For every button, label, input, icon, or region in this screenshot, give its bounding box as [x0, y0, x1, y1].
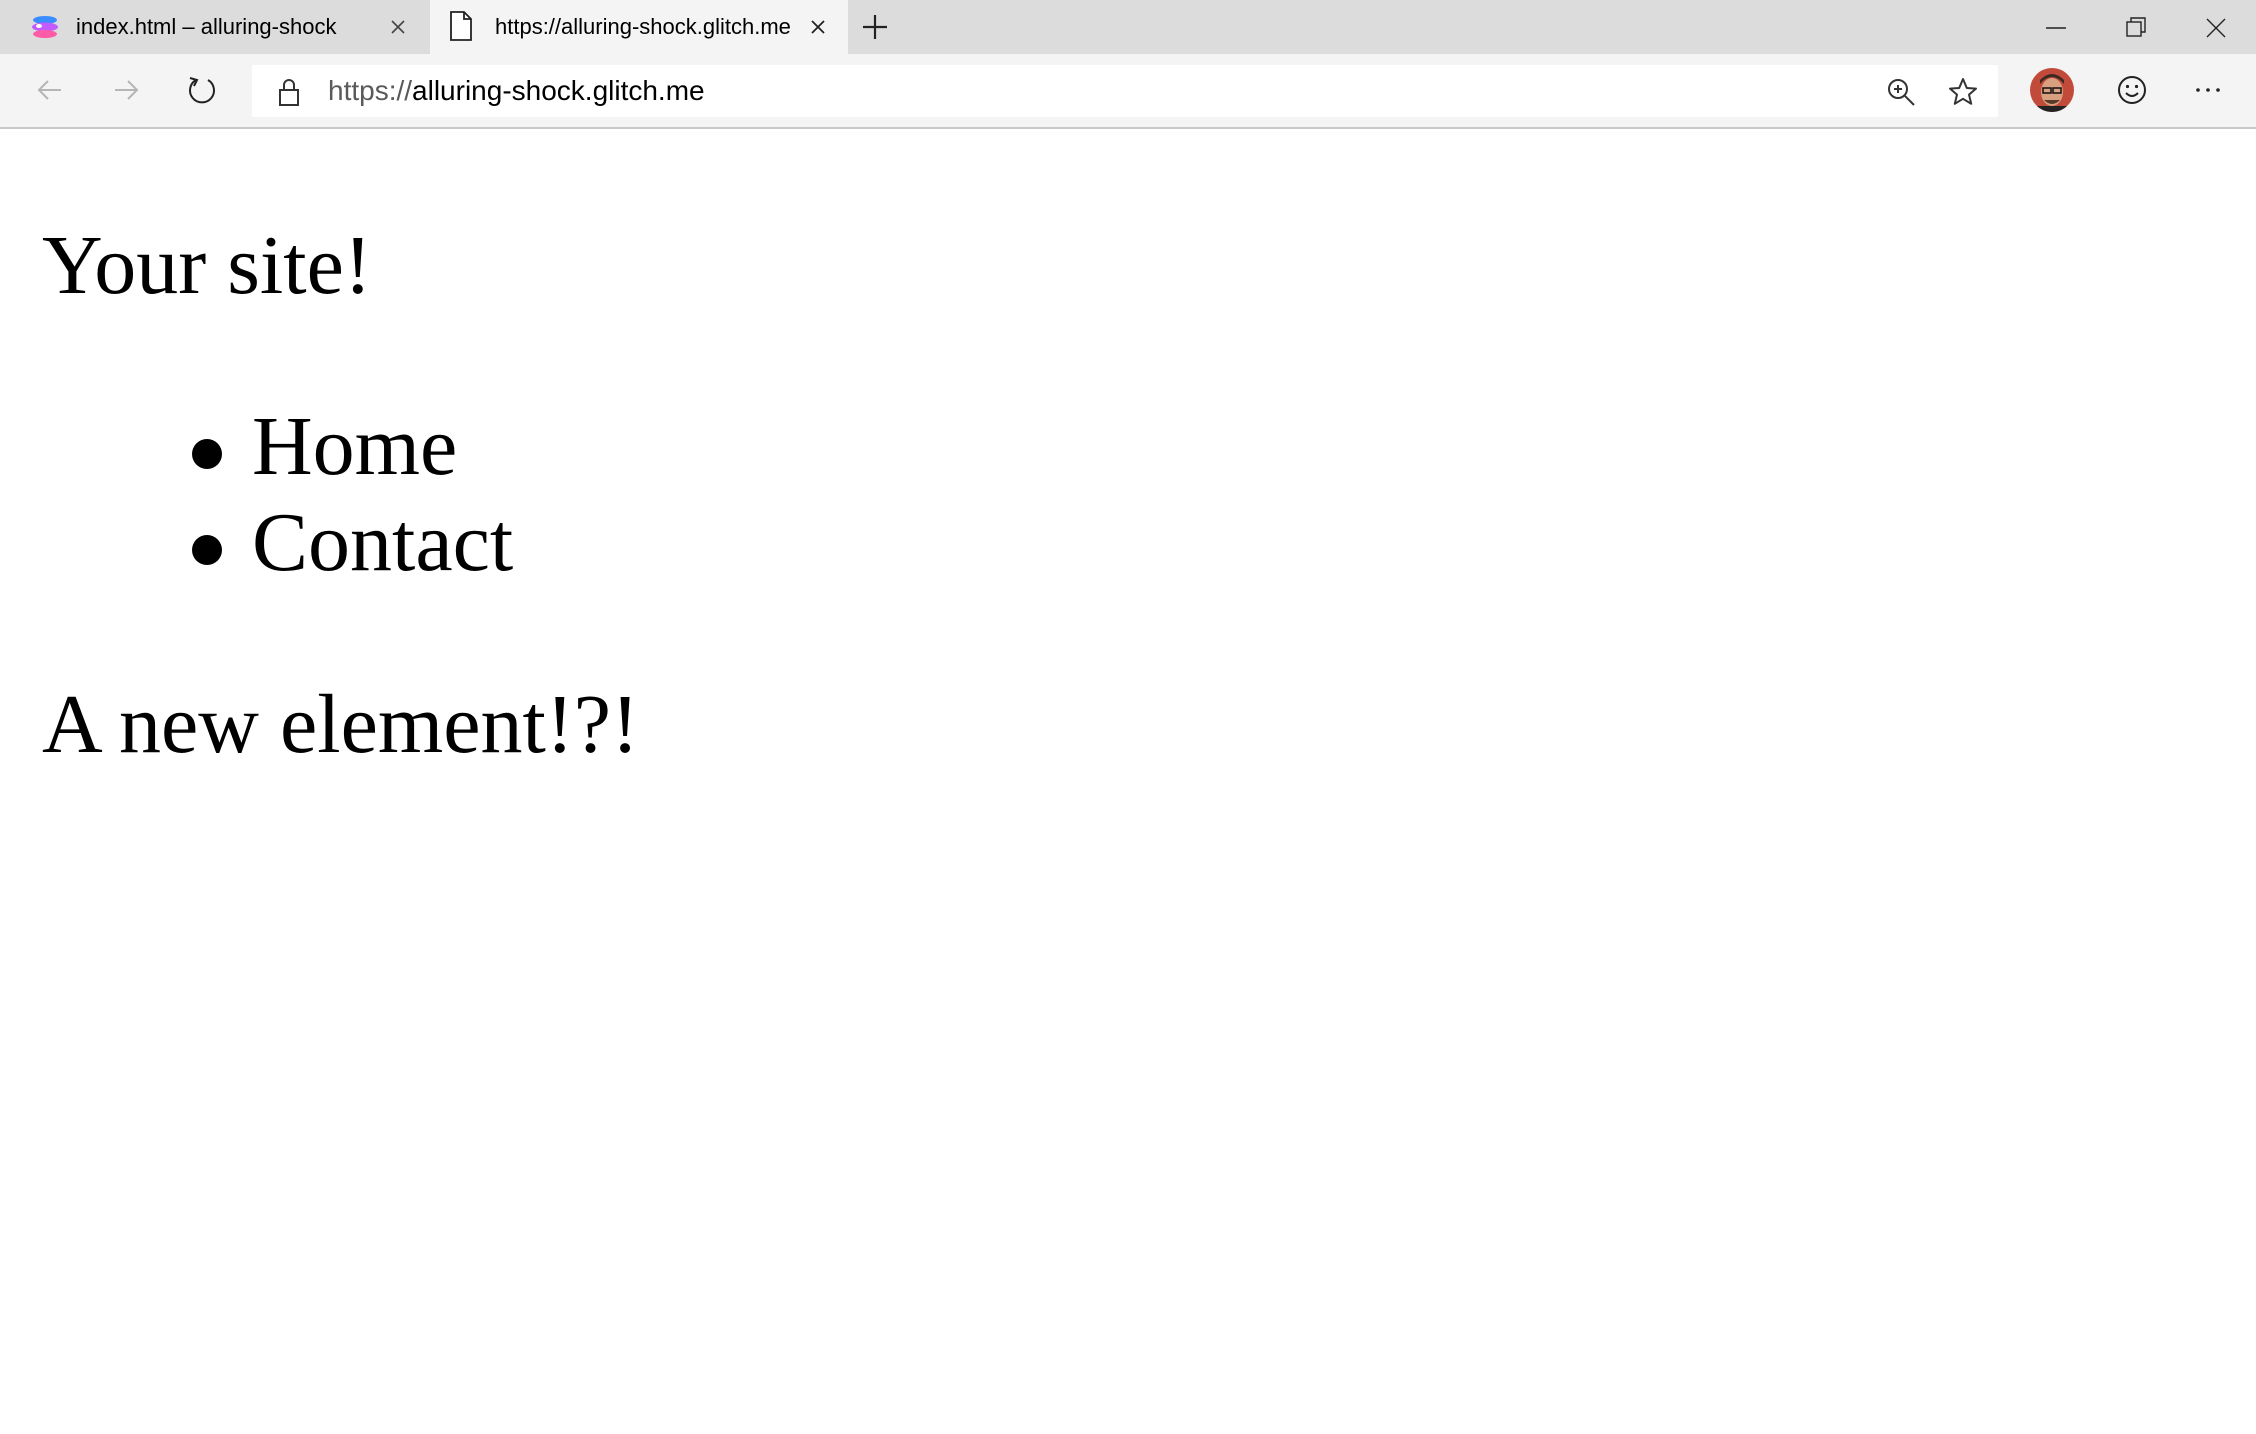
tab-label: index.html – alluring-shock: [76, 14, 337, 39]
close-tab-icon[interactable]: [806, 15, 830, 39]
browser-toolbar: https://alluring-shock.glitch.me: [0, 54, 2256, 129]
page-icon: [450, 11, 472, 41]
list-item-label: Home: [252, 400, 458, 493]
new-element-paragraph: A new element!?!: [42, 678, 640, 771]
refresh-button[interactable]: [180, 68, 224, 112]
url-text[interactable]: https://alluring-shock.glitch.me: [328, 75, 705, 107]
tab-strip: index.html – alluring-shock https://allu…: [0, 0, 2256, 54]
back-button[interactable]: [28, 68, 72, 112]
url-scheme: https://: [328, 75, 413, 106]
lock-icon[interactable]: [276, 77, 302, 107]
restore-icon[interactable]: [2116, 8, 2156, 48]
back-arrow-icon: [37, 80, 61, 100]
new-tab-icon[interactable]: [858, 10, 892, 44]
feedback-button[interactable]: [2110, 68, 2154, 112]
more-icon: [2196, 88, 2220, 92]
address-bar[interactable]: https://alluring-shock.glitch.me: [252, 65, 1998, 117]
tab-label: https://alluring-shock.glitch.me: [495, 14, 791, 39]
url-host: alluring-shock.glitch.me: [412, 75, 705, 106]
star-icon[interactable]: [1946, 75, 1980, 109]
close-window-icon[interactable]: [2196, 8, 2236, 48]
tab-index-html[interactable]: index.html – alluring-shock: [0, 0, 428, 54]
smiley-icon: [2118, 76, 2146, 104]
tab-glitch-me[interactable]: https://alluring-shock.glitch.me: [430, 0, 848, 54]
forward-button[interactable]: [104, 68, 148, 112]
glitch-logo-icon: [32, 16, 58, 38]
zoom-in-icon[interactable]: [1884, 75, 1918, 109]
bullet: [192, 439, 222, 469]
profile-avatar[interactable]: [2030, 68, 2074, 112]
bullet: [192, 535, 222, 565]
close-tab-icon[interactable]: [386, 15, 410, 39]
refresh-icon: [189, 77, 215, 104]
page-heading: Your site!: [42, 219, 372, 312]
list-item-label: Contact: [252, 496, 514, 589]
minimize-icon[interactable]: [2036, 8, 2076, 48]
avatar-image: [2030, 68, 2074, 112]
page-viewport: Your site! Home Contact A new element!?!: [0, 131, 2256, 1434]
settings-more-button[interactable]: [2186, 68, 2230, 112]
forward-arrow-icon: [115, 80, 139, 100]
